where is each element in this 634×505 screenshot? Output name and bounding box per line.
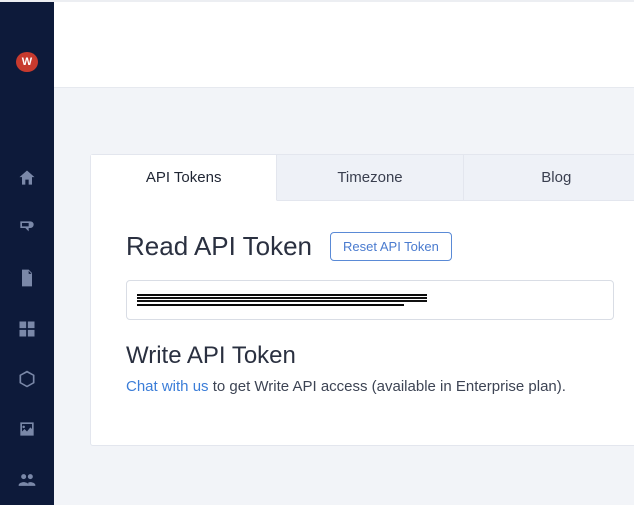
home-icon[interactable] xyxy=(16,167,38,187)
panel-body: Read API Token Reset API Token Write API… xyxy=(91,201,634,445)
image-icon[interactable] xyxy=(16,419,38,439)
read-token-title: Read API Token xyxy=(126,231,312,262)
tab-timezone[interactable]: Timezone xyxy=(277,155,463,200)
write-token-title: Write API Token xyxy=(126,342,614,370)
read-token-input[interactable] xyxy=(126,280,614,320)
tabs: API Tokens Timezone Blog xyxy=(91,155,634,201)
blog-icon[interactable] xyxy=(16,218,38,238)
package-icon[interactable] xyxy=(16,369,38,389)
grid-icon[interactable] xyxy=(16,319,38,339)
chat-with-us-link[interactable]: Chat with us xyxy=(126,378,209,395)
users-icon[interactable] xyxy=(16,470,38,490)
tab-api-tokens[interactable]: API Tokens xyxy=(91,155,277,201)
write-token-desc-text: to get Write API access (available in En… xyxy=(209,378,566,395)
reset-api-token-button[interactable]: Reset API Token xyxy=(330,232,452,261)
avatar[interactable]: W xyxy=(16,52,38,72)
write-token-desc: Chat with us to get Write API access (av… xyxy=(126,378,614,395)
tab-blog[interactable]: Blog xyxy=(464,155,634,200)
settings-panel: API Tokens Timezone Blog Read API Token … xyxy=(90,154,634,446)
sidebar: W xyxy=(0,2,54,505)
topbar xyxy=(54,2,634,88)
file-icon[interactable] xyxy=(16,268,38,288)
